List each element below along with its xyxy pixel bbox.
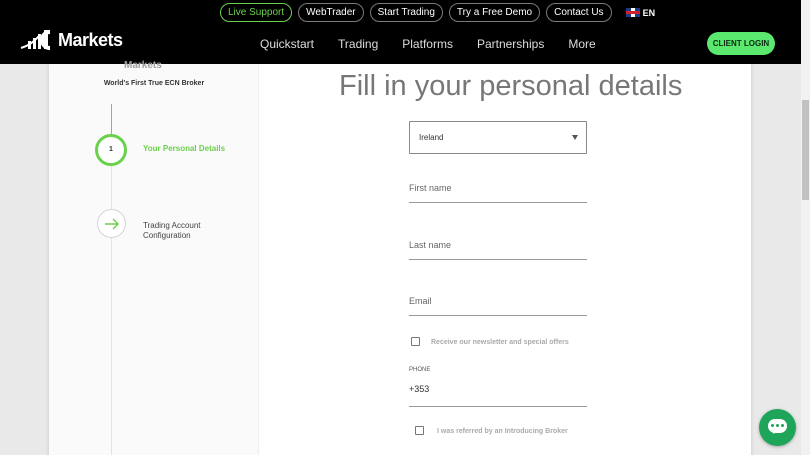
free-demo-link[interactable]: Try a Free Demo: [448, 3, 541, 22]
phone-field[interactable]: +353: [409, 384, 587, 407]
referral-label: I was referred by an Introducing Broker: [437, 428, 568, 435]
country-value: Ireland: [419, 133, 444, 142]
top-links-bar: Live Support WebTrader Start Trading Try…: [220, 3, 655, 22]
scrollbar-track[interactable]: [801, 0, 810, 455]
nav-quickstart[interactable]: Quickstart: [260, 37, 314, 51]
step-2-label-line2: Configuration: [143, 231, 191, 240]
phone-prefix: +353: [409, 384, 430, 394]
nav-partnerships[interactable]: Partnerships: [477, 37, 544, 51]
site-logo[interactable]: Markets: [20, 28, 123, 52]
step-2-indicator: [97, 209, 126, 238]
step-2-label-line1: Trading Account: [143, 221, 201, 230]
chat-dot: [771, 424, 774, 427]
referral-checkbox[interactable]: [415, 426, 424, 435]
chat-dot: [776, 424, 779, 427]
chat-dot: [781, 424, 784, 427]
newsletter-label: Receive our newsletter and special offer…: [431, 339, 569, 346]
webtrader-link[interactable]: WebTrader: [298, 3, 364, 22]
steps-track-progress: [111, 104, 112, 134]
scrollbar-thumb[interactable]: [802, 100, 809, 200]
live-chat-button[interactable]: [759, 409, 796, 446]
arrow-right-icon: [105, 218, 119, 230]
registration-card: Markets World's First True ECN Broker 1 …: [49, 60, 751, 455]
language-selector[interactable]: EN: [625, 7, 656, 18]
sidebar-logo-text: Markets: [124, 60, 162, 71]
main-nav: Quickstart Trading Platforms Partnership…: [260, 37, 596, 51]
email-field[interactable]: Email: [409, 296, 587, 316]
page-title: Fill in your personal details: [339, 70, 683, 102]
chat-bubble-tail: [771, 430, 777, 434]
nav-platforms[interactable]: Platforms: [402, 37, 453, 51]
first-name-field[interactable]: First name: [409, 183, 587, 203]
client-login-button[interactable]: CLIENT LOGIN: [707, 32, 775, 55]
nav-trading[interactable]: Trading: [338, 37, 378, 51]
ic-markets-logo-icon: [20, 30, 51, 50]
live-support-link[interactable]: Live Support: [220, 3, 293, 22]
logo-text: Markets: [58, 29, 123, 50]
phone-label: PHONE: [409, 367, 431, 373]
steps-sidebar: Markets World's First True ECN Broker 1 …: [49, 60, 259, 455]
step-1-label: Your Personal Details: [143, 144, 226, 153]
sidebar-logo: Markets: [124, 60, 162, 71]
broker-tagline: World's First True ECN Broker: [103, 80, 205, 87]
newsletter-checkbox[interactable]: [411, 337, 420, 346]
chat-dots: [771, 424, 784, 427]
step-1-indicator: 1: [95, 134, 127, 166]
country-select[interactable]: Ireland: [409, 121, 587, 154]
nav-more[interactable]: More: [568, 37, 595, 51]
uk-flag-icon: [625, 8, 640, 17]
step-2-label: Trading Account Configuration: [143, 221, 201, 241]
chevron-down-icon: [572, 135, 578, 140]
language-label: EN: [642, 7, 656, 18]
last-name-field[interactable]: Last name: [409, 240, 587, 260]
site-header: Live Support WebTrader Start Trading Try…: [0, 0, 801, 64]
start-trading-link[interactable]: Start Trading: [369, 3, 443, 22]
contact-us-link[interactable]: Contact Us: [546, 3, 612, 22]
